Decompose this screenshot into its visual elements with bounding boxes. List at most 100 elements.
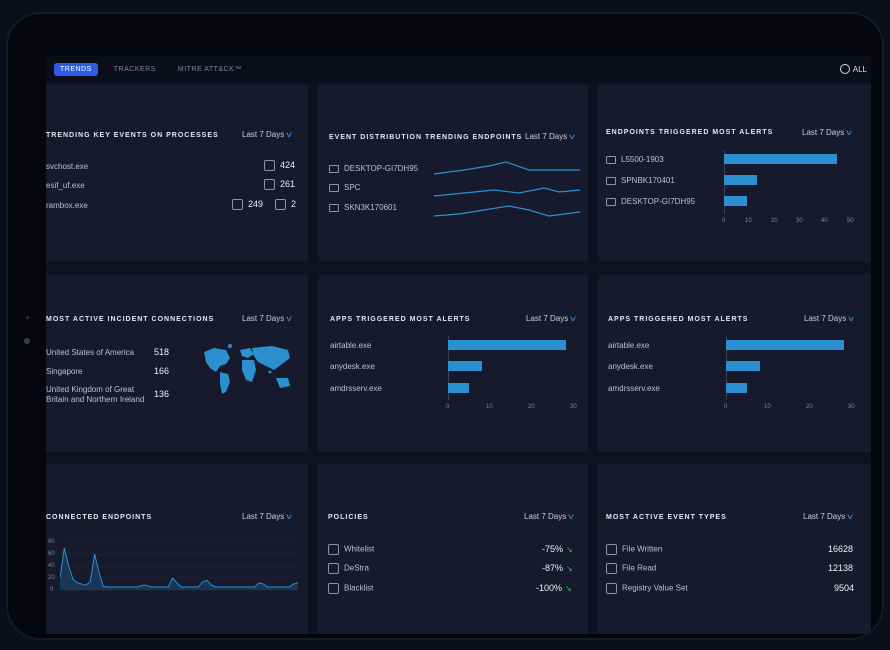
process-count: 261 <box>264 179 295 191</box>
card-endpoints-alerts: ENDPOINTS TRIGGERED MOST ALERTS Last 7 D… <box>598 84 871 262</box>
chevron-down-icon: v <box>570 314 577 323</box>
policy-name: DeStra <box>328 563 369 574</box>
policy-name: Blacklist <box>328 583 373 594</box>
x-tick: 50 <box>847 218 854 224</box>
card-title: ENDPOINTS TRIGGERED MOST ALERTS <box>606 129 774 136</box>
x-tick: 20 <box>806 404 813 410</box>
event-type-name: File Written <box>606 544 662 555</box>
alert-bar <box>724 154 837 164</box>
app-name: anydesk.exe <box>330 362 375 371</box>
y-tick: 20 <box>48 575 55 581</box>
card-apps-alerts-2: APPS TRIGGERED MOST ALERTS Last 7 Days v … <box>598 274 871 452</box>
range-dropdown[interactable]: Last 7 Days v <box>524 512 574 521</box>
x-tick: 0 <box>722 218 726 224</box>
x-tick: 40 <box>821 218 828 224</box>
country-name: United States of America <box>46 348 135 357</box>
card-event-distribution: EVENT DISTRIBUTION TRENDING ENDPOINTS La… <box>318 84 588 262</box>
country-count: 166 <box>154 366 170 376</box>
registry-icon <box>606 583 617 594</box>
country-count: 136 <box>154 389 170 399</box>
y-tick: 0 <box>50 587 54 593</box>
monitor-icon <box>329 203 339 212</box>
chevron-down-icon: v <box>847 512 854 521</box>
process-name: svchost.exe <box>46 162 89 171</box>
policy-icon <box>328 583 339 594</box>
tab-trackers[interactable]: TRACKERS <box>108 63 162 76</box>
event-icon <box>264 179 275 191</box>
scope-selector[interactable]: ALL <box>839 64 867 74</box>
x-tick: 30 <box>570 404 577 410</box>
chevron-down-icon: v <box>286 512 293 521</box>
sparkline <box>434 161 580 175</box>
event-type-count: 12138 <box>828 563 854 573</box>
y-tick: 40 <box>48 563 55 569</box>
card-event-types: MOST ACTIVE EVENT TYPES Last 7 Days v Fil… <box>598 464 871 634</box>
endpoint-name: L5500-1903 <box>606 155 664 164</box>
chevron-down-icon: v <box>569 132 576 141</box>
process-count-secondary: 2 <box>275 199 296 211</box>
event-icon <box>232 199 243 211</box>
camera <box>24 338 30 344</box>
trend-sparklines <box>434 161 581 217</box>
y-tick: 60 <box>48 551 55 557</box>
sparkline <box>434 187 581 197</box>
process-count: 249 <box>232 199 263 211</box>
policy-change: -87% ↘ <box>542 563 573 573</box>
tab-trends[interactable]: TRENDS <box>54 62 98 76</box>
range-dropdown[interactable]: Last 7 Days v <box>802 128 853 137</box>
sparkline <box>434 205 581 217</box>
country-name: Britain and Northern Ireland <box>46 395 145 404</box>
process-name: esif_uf.exe <box>46 181 85 190</box>
alert-bar <box>726 340 844 350</box>
event-icon <box>275 199 286 211</box>
country-name: United Kingdom of Great <box>46 385 135 394</box>
card-policies: POLICIES Last 7 Days v Whitelist -75% ↘ De… <box>318 464 588 634</box>
country-name: Singapore <box>46 367 83 376</box>
chevron-down-icon: v <box>286 130 293 139</box>
trend-down-icon: ↘ <box>566 545 573 554</box>
trend-down-icon: ↘ <box>565 584 572 593</box>
alert-bar <box>726 361 760 371</box>
tab-mitre[interactable]: MITRE ATT&CK™ <box>172 63 248 76</box>
range-dropdown[interactable]: Last 7 Days v <box>525 132 576 141</box>
scope-label: ALL <box>852 64 867 74</box>
top-nav: TRENDS TRACKERS MITRE ATT&CK™ ALL <box>46 56 871 82</box>
card-title: TRENDING KEY EVENTS ON PROCESSES <box>46 132 219 139</box>
x-tick: 20 <box>528 404 535 410</box>
policy-icon <box>328 544 339 555</box>
tablet-frame: TRENDS TRACKERS MITRE ATT&CK™ ALL TRENDI… <box>6 12 884 640</box>
card-apps-alerts-1: APPS TRIGGERED MOST ALERTS Last 7 Days v … <box>318 274 588 452</box>
policy-icon <box>328 563 339 574</box>
alert-bar <box>448 383 469 393</box>
y-tick: 80 <box>48 539 55 545</box>
range-dropdown[interactable]: Last 7 Days v <box>242 512 293 521</box>
x-tick: 10 <box>486 404 493 410</box>
x-tick: 30 <box>796 218 803 224</box>
alert-bar <box>724 175 758 185</box>
app-name: amdrsserv.exe <box>608 384 660 393</box>
range-dropdown[interactable]: Last 7 Days v <box>242 130 293 139</box>
card-title: APPS TRIGGERED MOST ALERTS <box>608 316 749 323</box>
app-name: amdrsserv.exe <box>330 384 382 393</box>
file-read-icon <box>606 563 617 574</box>
card-title: APPS TRIGGERED MOST ALERTS <box>330 316 471 323</box>
range-dropdown[interactable]: Last 7 Days v <box>804 314 854 323</box>
chevron-down-icon: v <box>846 128 853 137</box>
range-dropdown[interactable]: Last 7 Days v <box>803 512 854 521</box>
policy-change: -75% ↘ <box>542 544 573 554</box>
app-name: airtable.exe <box>608 341 650 350</box>
dashboard-screen: TRENDS TRACKERS MITRE ATT&CK™ ALL TRENDI… <box>46 56 871 634</box>
card-title: EVENT DISTRIBUTION TRENDING ENDPOINTS <box>329 134 523 141</box>
policy-change: -100% ↘ <box>536 583 572 593</box>
x-tick: 0 <box>446 404 450 410</box>
monitor-icon <box>606 197 616 206</box>
range-dropdown[interactable]: Last 7 Days v <box>526 314 577 323</box>
event-type-count: 9504 <box>834 583 855 593</box>
x-tick: 30 <box>848 404 855 410</box>
range-dropdown[interactable]: Last 7 Days v <box>242 314 292 323</box>
event-type-name: Registry Value Set <box>606 583 688 594</box>
globe-icon <box>839 64 850 74</box>
event-icon <box>264 160 275 172</box>
file-write-icon <box>606 544 617 555</box>
endpoint-name: SPC <box>329 183 360 192</box>
